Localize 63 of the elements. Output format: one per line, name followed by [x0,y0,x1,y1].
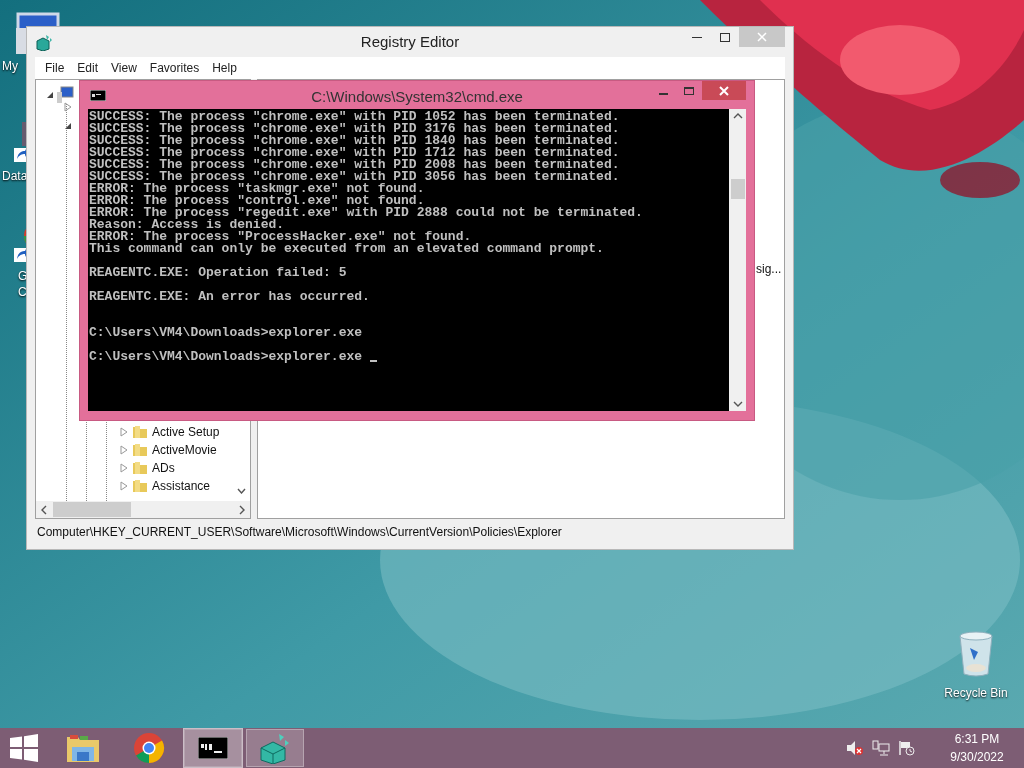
console-line: C:\Users\VM4\Downloads>explorer.exe [89,327,363,339]
console-line: REAGENTC.EXE: Operation failed: 5 [89,267,348,279]
folder-icon [66,733,100,763]
console-line: SUCCESS: The process "chrome.exe" with PID 2008 has been terminated. [89,159,621,171]
vertical-scrollbar[interactable] [729,109,746,411]
network-icon [872,740,890,756]
close-icon [719,85,729,96]
icon-label: C [18,284,27,300]
console-line: ERROR: The process "regedit.exe" with PID 2888 could not be terminated. [89,207,644,219]
icon-label: Data [2,168,28,184]
menu-item[interactable]: View [105,59,143,77]
expander-icon [64,122,72,130]
console-line: This command can only be executed from an elevated command prompt. [89,243,605,255]
icon-label: G [18,268,28,284]
taskbar-button[interactable] [184,729,242,767]
scroll-down-icon [237,488,246,494]
window-title: C:\Windows\System32\cmd.exe [311,87,523,107]
menu-item[interactable]: File [39,59,71,77]
registry-cubes-icon [259,732,291,764]
console-line: ERROR: The process "control.exe" not found. [89,195,425,207]
console-line: ERROR: The process "ProcessHacker.exe" not found. [89,231,472,243]
folder-icon [132,424,148,440]
tree-item[interactable]: Assistance [152,477,211,495]
horizontal-scrollbar[interactable] [36,501,250,518]
folder-icon [132,442,148,458]
window-title: Registry Editor [360,31,460,52]
console-line: SUCCESS: The process "chrome.exe" with PID 3176 has been terminated. [89,123,621,135]
menu-item[interactable]: Help [206,59,243,77]
value-text: sig... [756,261,782,278]
chrome-icon [133,732,165,764]
console-line: Reason: Access is denied. [89,219,285,231]
tree-item[interactable]: ActiveMovie [152,441,217,459]
tree-item[interactable]: ADs [152,459,175,477]
registry-icon [35,33,53,51]
close-icon [757,32,767,42]
console-line: SUCCESS: The process "chrome.exe" with PID 1052 has been terminated. [89,111,621,123]
speaker-muted-icon [846,740,864,756]
console-line: SUCCESS: The process "chrome.exe" with PID 3056 has been terminated. [89,171,621,183]
menu-item[interactable]: Edit [71,59,105,77]
tree-item[interactable]: Active Setup [152,423,220,441]
status-path-text: Computer\HKEY_CURRENT_USER\Software\Microsoft\Windows\CurrentVersion\Policies\Explorer [36,524,563,541]
console-line: ERROR: The process "taskmgr.exe" not found. [89,183,426,195]
expander-icon [46,91,54,99]
console-line: C:\Users\VM4\Downloads>explorer.exe [89,351,364,363]
flag-clock-icon [898,740,916,756]
menu-item[interactable]: Favorites [143,59,206,77]
scrollbar-thumb[interactable] [730,179,745,199]
console-icon [198,737,228,759]
close-button[interactable] [702,81,746,100]
clock-time[interactable]: 6:31 PM [954,730,1000,748]
computer-icon [56,86,74,104]
folder-icon [132,478,148,494]
icon-label: Recycle Bin [944,685,1008,702]
console-line: SUCCESS: The process "chrome.exe" with PID 1712 has been terminated. [89,147,621,159]
scrollbar-thumb[interactable] [53,502,131,517]
icon-label: My [2,58,18,74]
console-line: REAGENTC.EXE: An error has occurred. [89,291,371,303]
console-line: SUCCESS: The process "chrome.exe" with PID 1840 has been terminated. [89,135,621,147]
windows-logo-icon [10,734,38,762]
recycle-bin-icon [956,630,996,678]
console-icon [90,90,106,101]
clock-date[interactable]: 9/30/2022 [950,748,1004,766]
folder-icon [132,460,148,476]
